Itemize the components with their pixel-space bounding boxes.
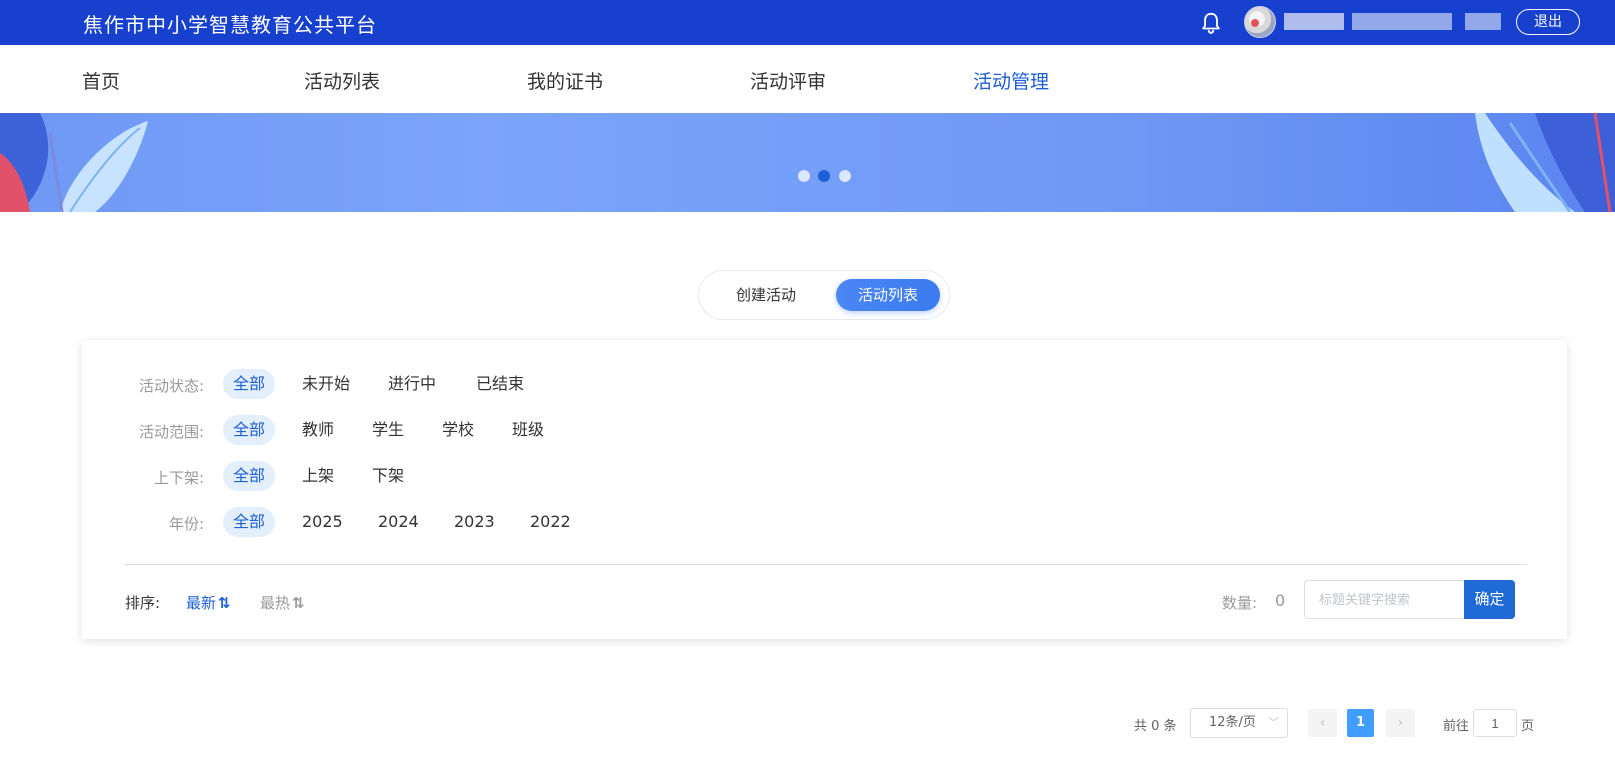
- sort-latest-button[interactable]: 最新 ⇅: [186, 592, 231, 613]
- divider: [125, 564, 1527, 565]
- leaf-decoration-right: [1475, 113, 1615, 212]
- filter-option[interactable]: 2025: [292, 507, 353, 537]
- count-label: 数量:: [1222, 594, 1258, 612]
- filter-option[interactable]: 全部: [223, 461, 276, 491]
- banner-carousel: [0, 113, 1615, 212]
- filter-option[interactable]: 下架: [362, 461, 414, 491]
- filter-option[interactable]: 已结束: [466, 369, 534, 399]
- filter-row-scope: 活动范围: 全部 教师 学生 学校 班级: [82, 415, 1567, 445]
- filter-row-status: 活动状态: 全部 未开始 进行中 已结束: [82, 369, 1567, 399]
- chevron-left-icon: ‹: [1319, 715, 1326, 731]
- search-confirm-button[interactable]: 确定: [1464, 580, 1515, 619]
- filter-option[interactable]: 未开始: [292, 369, 360, 399]
- tab-switcher: 创建活动 活动列表: [698, 270, 950, 320]
- nav-item-activity-list[interactable]: 活动列表: [304, 67, 380, 94]
- platform-title: 焦作市中小学智慧教育公共平台: [83, 13, 377, 37]
- filter-option[interactable]: 学生: [362, 415, 414, 445]
- tab-create-activity[interactable]: 创建活动: [711, 279, 821, 311]
- filter-option[interactable]: 2023: [444, 507, 505, 537]
- sort-arrows-icon: ⇅: [292, 594, 305, 612]
- redacted-username: [1465, 13, 1501, 30]
- filter-option[interactable]: 2024: [368, 507, 429, 537]
- page-size-value: 12条/页: [1209, 715, 1256, 730]
- chevron-down-icon: ﹀: [1268, 716, 1279, 729]
- sort-label: 排序:: [125, 594, 161, 612]
- filter-label-status: 活动状态:: [138, 377, 204, 395]
- filter-panel: 活动状态: 全部 未开始 进行中 已结束 活动范围: 全部 教师 学生 学校 班…: [82, 340, 1567, 639]
- filter-row-shelf: 上下架: 全部 上架 下架: [82, 461, 1567, 491]
- filter-label-year: 年份:: [168, 515, 204, 533]
- bell-icon[interactable]: [1200, 11, 1222, 35]
- goto-unit: 页: [1521, 719, 1535, 734]
- leaf-decoration-left: [0, 113, 148, 212]
- goto-page-input[interactable]: [1473, 709, 1517, 737]
- filter-row-year: 年份: 全部 2025 2024 2023 2022: [82, 507, 1567, 537]
- carousel-dot-1[interactable]: [798, 170, 810, 182]
- filter-option[interactable]: 2022: [520, 507, 581, 537]
- sort-arrows-icon: ⇅: [218, 594, 231, 612]
- nav-item-my-certificates[interactable]: 我的证书: [527, 67, 603, 94]
- tab-activity-list[interactable]: 活动列表: [836, 279, 940, 311]
- redacted-username: [1284, 13, 1344, 30]
- filter-option[interactable]: 全部: [223, 507, 276, 537]
- prev-page-button[interactable]: ‹: [1308, 709, 1337, 737]
- carousel-dot-2[interactable]: [818, 170, 830, 182]
- filter-option[interactable]: 班级: [502, 415, 554, 445]
- redacted-username: [1352, 13, 1452, 30]
- nav-item-activity-management[interactable]: 活动管理: [973, 67, 1049, 94]
- count-value: 0: [1275, 591, 1286, 610]
- search-input[interactable]: [1304, 580, 1464, 619]
- carousel-dot-3[interactable]: [839, 170, 851, 182]
- page-number-current[interactable]: 1: [1347, 709, 1374, 737]
- top-bar: 焦作市中小学智慧教育公共平台 退出: [0, 0, 1615, 45]
- nav-item-activity-review[interactable]: 活动评审: [750, 67, 826, 94]
- filter-option[interactable]: 进行中: [378, 369, 446, 399]
- sort-latest-label: 最新: [186, 594, 217, 612]
- sort-hottest-label: 最热: [260, 594, 291, 612]
- filter-option[interactable]: 上架: [292, 461, 344, 491]
- main-nav: 首页 活动列表 我的证书 活动评审 活动管理: [0, 45, 1615, 113]
- logout-button[interactable]: 退出: [1516, 9, 1580, 35]
- sort-hottest-button[interactable]: 最热 ⇅: [260, 592, 305, 613]
- next-page-button[interactable]: ›: [1386, 709, 1415, 737]
- nav-item-home[interactable]: 首页: [82, 67, 120, 94]
- filter-option[interactable]: 学校: [432, 415, 484, 445]
- filter-label-shelf: 上下架:: [153, 469, 204, 487]
- avatar[interactable]: [1244, 6, 1276, 38]
- goto-label: 前往: [1443, 719, 1470, 734]
- pagination-total: 共 0 条: [1134, 719, 1177, 734]
- filter-option[interactable]: 全部: [223, 415, 276, 445]
- filter-label-scope: 活动范围:: [138, 423, 204, 441]
- chevron-right-icon: ›: [1397, 715, 1404, 731]
- page-size-select[interactable]: 12条/页 ﹀: [1190, 708, 1288, 738]
- filter-option[interactable]: 全部: [223, 369, 276, 399]
- filter-option[interactable]: 教师: [292, 415, 344, 445]
